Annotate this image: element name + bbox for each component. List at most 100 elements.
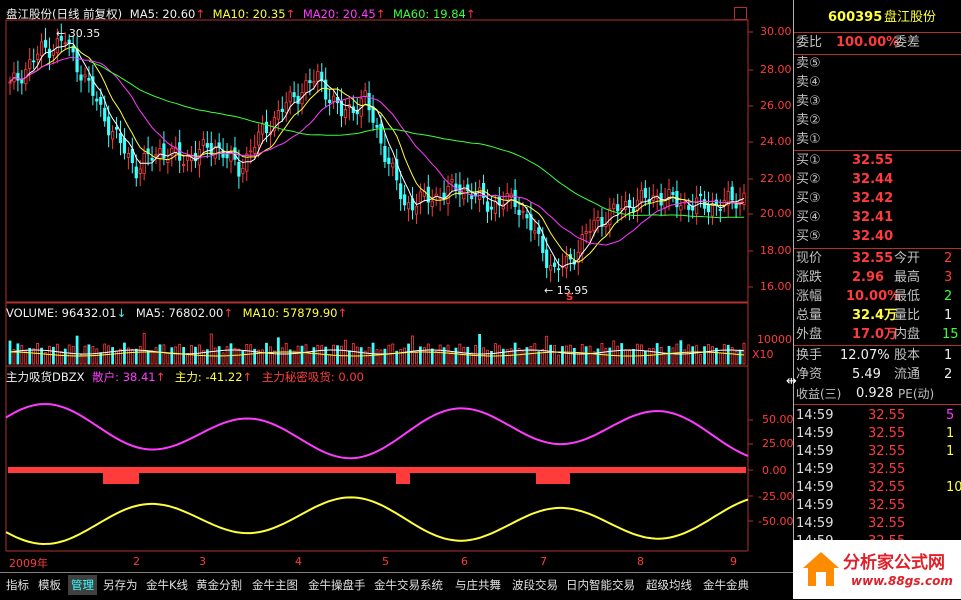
candle-body: [138, 168, 142, 174]
volume-bar: [241, 350, 245, 365]
volume-bar: [415, 352, 418, 365]
volume-bar: [87, 344, 91, 365]
volume-scale-tick: X10: [752, 348, 774, 361]
volume-bar: [643, 350, 647, 365]
candle-body: [418, 191, 423, 203]
candle-body: [671, 192, 675, 195]
volume-bar: [75, 335, 79, 365]
tab-jinniu-kline[interactable]: 金牛K线: [146, 575, 188, 595]
stat-label: 净资: [796, 367, 823, 382]
up-arrow-icon: ↑: [285, 7, 296, 21]
stat-value: 0.928: [856, 386, 894, 401]
stat-label: 今开: [894, 251, 921, 266]
tick-price: 32.55: [868, 426, 906, 441]
resize-cursor-icon: ⇹: [786, 374, 797, 389]
volume-bar: [316, 344, 320, 365]
tab-dance-with-dealer[interactable]: 与庄共舞: [455, 575, 501, 595]
buy-row: 买① 32.55: [794, 152, 961, 170]
tab-save-as[interactable]: 另存为: [103, 575, 138, 595]
volume-bar: [426, 343, 430, 365]
secret-buy-bar: [103, 473, 139, 484]
volume-bar: [561, 346, 564, 365]
volume-bar: [119, 348, 122, 365]
tab-template[interactable]: 模板: [38, 575, 61, 595]
candle-body: [450, 179, 454, 183]
stat-value: 15: [942, 327, 959, 342]
volume-bar: [403, 347, 407, 365]
candle-body: [493, 200, 497, 214]
volume-bar: [182, 347, 186, 365]
stock-name: 盘江股份: [884, 10, 937, 25]
candle-body: [564, 255, 569, 269]
volume-bar: [565, 345, 568, 365]
volume-bar: [521, 350, 525, 365]
stat-value: 32.4万: [852, 308, 898, 323]
down-arrow-icon: ↓: [116, 306, 127, 320]
buy-price: 32.42: [852, 191, 894, 206]
candle-body: [308, 80, 312, 84]
tab-swing-trade[interactable]: 波段交易: [512, 575, 558, 595]
candle-body: [292, 92, 296, 98]
tick-price: 32.55: [868, 444, 906, 459]
volume-bar: [103, 343, 107, 365]
time-tick: 4: [295, 555, 302, 568]
zhuli-label: 主力: -41.22: [174, 370, 243, 384]
stat-row: 净资 5.49 流通 2: [794, 366, 961, 384]
volume-bar: [497, 345, 501, 365]
volume-bar: [16, 343, 20, 365]
volume-bar: [229, 343, 233, 365]
candle-body: [8, 81, 12, 84]
tab-jinniu-trader[interactable]: 金牛操盘手: [308, 575, 366, 595]
tick-row: 14:59 32.55: [794, 497, 961, 515]
candle-body: [556, 268, 561, 271]
candle-body: [162, 143, 166, 159]
volume-bar: [209, 333, 213, 365]
tick-row: 14:59 32.55 5: [794, 407, 961, 425]
candle-body: [588, 230, 592, 233]
tab-jinniu-system[interactable]: 金牛交易系统: [374, 575, 443, 595]
tab-intraday[interactable]: 日内智能交易: [566, 575, 635, 595]
candle-body: [430, 200, 434, 207]
volume-bar: [134, 348, 138, 365]
tab-jinniu-main[interactable]: 金牛主图: [252, 575, 298, 595]
volume-bar: [742, 342, 746, 365]
volume-bar: [99, 352, 103, 365]
kline-chart-svg[interactable]: [0, 0, 793, 572]
candle-body: [280, 108, 284, 112]
candle-body: [383, 146, 387, 162]
tab-indicator[interactable]: 指标: [6, 575, 29, 595]
stat-label: 最低: [894, 289, 921, 304]
stat-row: 涨跌 2.96 最高 3: [794, 269, 961, 287]
buy-label: 买④: [796, 210, 821, 225]
volume-bar: [138, 346, 142, 365]
volume-bar: [170, 347, 174, 365]
tab-golden-section[interactable]: 黄金分割: [196, 575, 242, 595]
volume-bar: [383, 348, 387, 365]
tab-jinniu-classic[interactable]: 金牛金典: [703, 575, 749, 595]
candle-body: [489, 206, 494, 210]
volume-bar: [28, 347, 32, 365]
volume-bar: [438, 344, 442, 365]
stat-value: 10.00%: [846, 289, 901, 304]
ma5-label: MA5: 20.60: [129, 7, 196, 21]
chart-area[interactable]: 盘江股份(日线 前复权) MA5: 20.60↑ MA10: 20.35↑ MA…: [0, 0, 794, 572]
candle-body: [414, 205, 419, 215]
volume-bar: [726, 344, 730, 365]
sell-row: 卖②: [794, 112, 961, 130]
tab-manage[interactable]: 管理: [68, 575, 97, 595]
up-arrow-icon: ↑: [337, 306, 348, 320]
volume-bar: [659, 346, 663, 365]
candle-body: [525, 214, 529, 219]
volume-bar: [711, 346, 714, 365]
candle-body: [730, 186, 734, 201]
pane-maximize-icon[interactable]: [734, 7, 747, 20]
quote-panel: 600395 盘江股份 委比 100.00% 委差 卖⑤ 卖④ 卖③ 卖② 卖①…: [793, 0, 961, 572]
volume-bar: [557, 354, 560, 365]
volume-bar: [695, 345, 699, 365]
tab-super-ma[interactable]: 超级均线: [646, 575, 692, 595]
volume-bar: [699, 354, 702, 365]
stat-label: 外盘: [796, 327, 823, 342]
sell-row: 卖①: [794, 131, 961, 149]
candle-body: [225, 153, 229, 159]
stat-label: PE(动): [898, 387, 935, 401]
